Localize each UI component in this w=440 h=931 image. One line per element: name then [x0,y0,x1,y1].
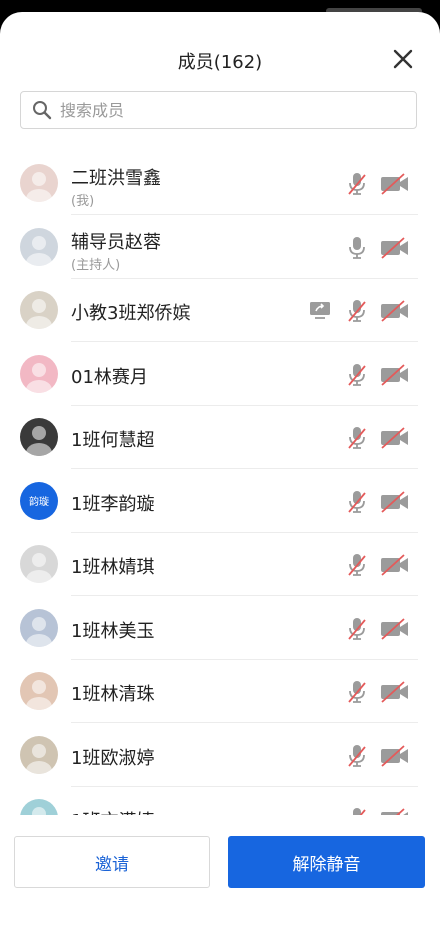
camera-icon[interactable] [380,173,410,195]
member-row[interactable]: 韵璇 1班李韵璇 [0,470,440,533]
member-row[interactable]: 1班林婧琪 [0,533,440,596]
member-row[interactable]: 小教3班郑侨嫔 [0,279,440,342]
avatar [20,608,58,647]
member-row[interactable]: 二班洪雪鑫 (我) [0,152,440,215]
camera-icon[interactable] [380,236,410,259]
avatar [20,735,58,774]
mic-icon[interactable] [347,236,367,260]
search-input[interactable] [58,99,382,121]
mic-icon[interactable] [347,299,367,323]
member-row[interactable]: 1班何慧超 [0,406,440,469]
mic-icon[interactable] [347,807,367,815]
mic-icon[interactable] [347,490,367,514]
member-name: 1班欧淑婷 [71,747,155,769]
camera-icon[interactable] [380,300,410,322]
camera-icon[interactable] [380,363,410,386]
mic-icon[interactable] [347,426,367,450]
mic-icon[interactable] [347,363,367,387]
search-icon [33,101,52,120]
avatar [20,227,58,266]
avatar [20,545,58,583]
avatar-initials: 韵璇 [29,497,49,508]
member-name: 1班林婧琪 [71,557,155,578]
close-icon[interactable] [390,46,416,72]
camera-icon[interactable] [380,427,410,449]
screen-share-icon [310,302,330,319]
member-name: 二班洪雪鑫 [71,168,161,189]
footer-bar: 邀请 解除静音 [0,815,440,931]
member-name: 1班何慧超 [71,430,155,451]
member-row[interactable]: 01林赛月 [0,343,440,406]
camera-icon[interactable] [380,490,410,513]
member-role: (主持人) [71,257,121,273]
camera-icon[interactable] [380,554,410,576]
member-row[interactable]: 1班文满婕 [0,787,440,815]
avatar [20,164,58,202]
member-row[interactable]: 1班林清珠 [0,660,440,723]
avatar [20,418,58,456]
member-name: 1班李韵璇 [71,493,155,515]
avatar [20,291,58,329]
member-name: 01林赛月 [71,366,148,388]
avatar [20,799,58,815]
mic-icon[interactable] [347,553,367,577]
member-name: 1班林清珠 [71,684,155,705]
member-row[interactable]: 1班林美玉 [0,597,440,660]
search-box[interactable] [20,91,417,129]
camera-icon[interactable] [380,617,410,640]
unmute-button[interactable]: 解除静音 [228,836,425,888]
member-name: 小教3班郑侨嫔 [71,303,191,324]
member-row[interactable]: 辅导员赵蓉 (主持人) [0,216,440,279]
avatar [20,672,58,710]
member-name: 辅导员赵蓉 [71,231,161,253]
member-list[interactable]: 二班洪雪鑫 (我) 辅导员赵蓉 (主持人) 小教3班郑侨嫔 01林赛月 1班何慧超韵璇 1班李… [0,148,440,815]
sheet-header: 成员(162) [0,12,440,92]
page-title: 成员(162) [177,52,263,73]
member-name: 1班林美玉 [71,620,155,642]
avatar [20,354,58,393]
camera-icon[interactable] [380,681,410,703]
member-name: 1班文满婕 [71,807,154,815]
camera-icon[interactable] [380,744,410,767]
member-role: (我) [71,194,95,209]
mic-icon[interactable] [347,680,367,704]
camera-icon[interactable] [380,808,410,815]
mic-icon[interactable] [347,617,367,641]
mic-icon[interactable] [347,172,367,196]
invite-button[interactable]: 邀请 [14,836,210,888]
members-sheet: 成员(162) 二班洪雪鑫 (我) 辅导员赵蓉 (主持人) 小教3班郑侨嫔 01林赛月 1班… [0,12,440,931]
member-row[interactable]: 1班欧淑婷 [0,724,440,787]
mic-icon[interactable] [347,744,367,768]
avatar: 韵璇 [20,481,58,520]
